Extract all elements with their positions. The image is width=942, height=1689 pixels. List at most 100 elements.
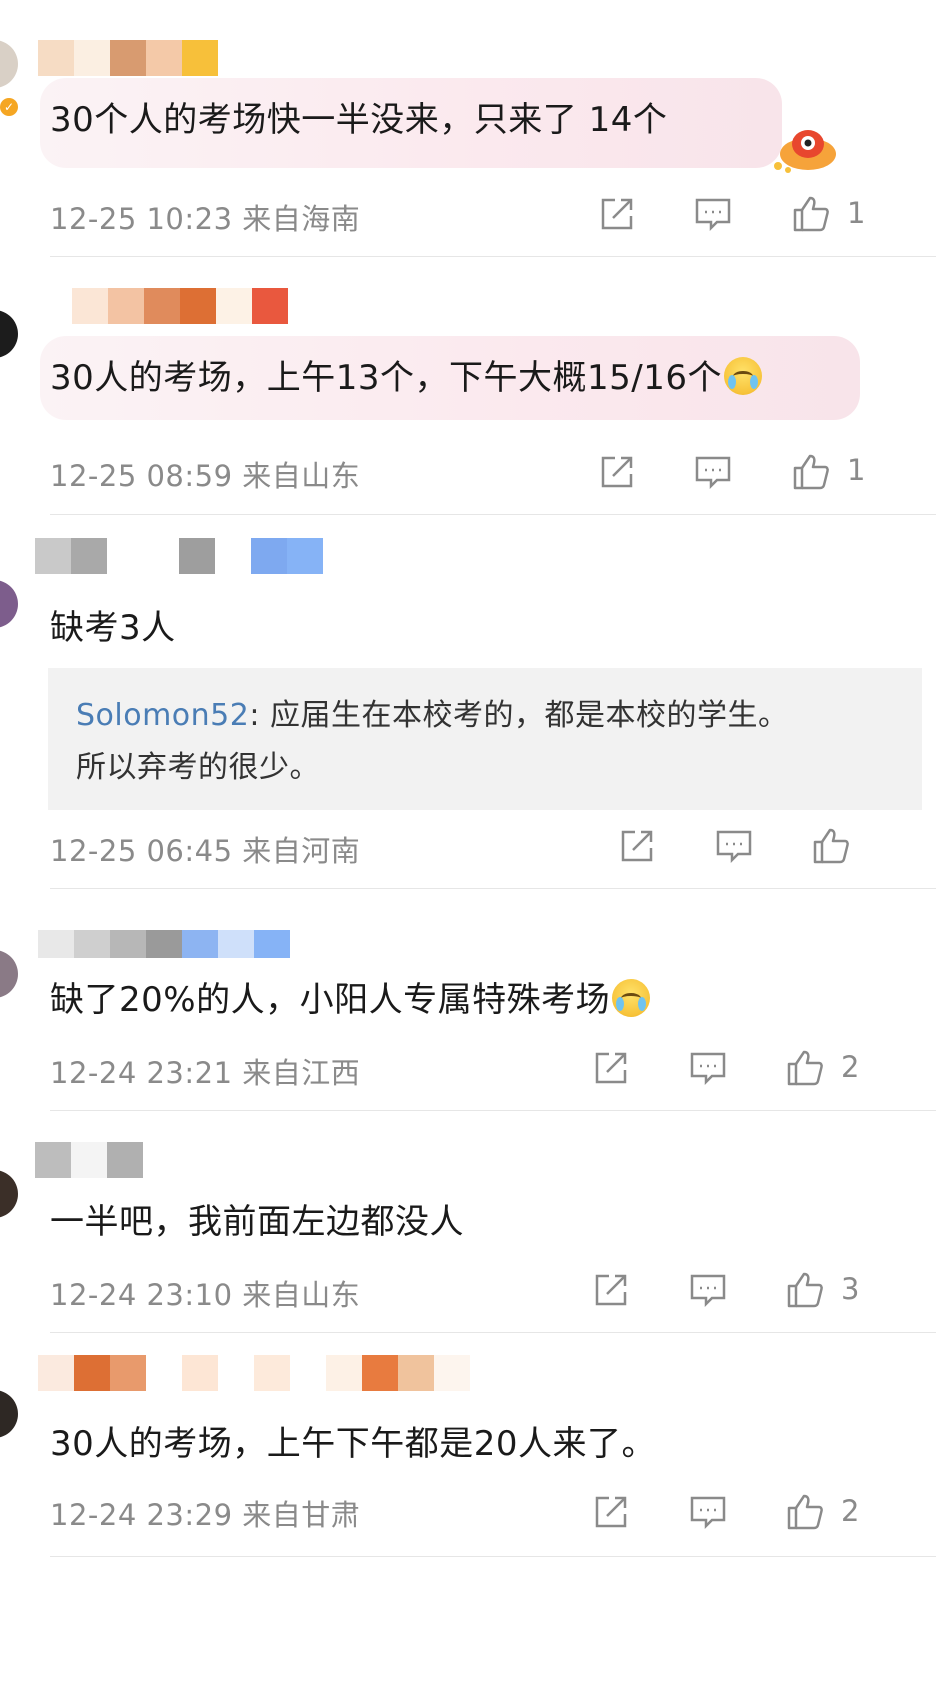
like-button[interactable]: [785, 1048, 825, 1088]
divider: [50, 888, 936, 889]
avatar[interactable]: [0, 950, 18, 998]
name-block: [71, 538, 107, 574]
name-block: [182, 40, 218, 76]
name-block: [35, 538, 71, 574]
name-block: [110, 40, 146, 76]
avatar[interactable]: [0, 40, 18, 88]
name-block: [146, 1355, 182, 1391]
name-block: [71, 1142, 107, 1178]
name-block: [287, 538, 323, 574]
username-blurred[interactable]: [38, 930, 290, 958]
name-block: [180, 288, 216, 324]
share-button[interactable]: [591, 1048, 631, 1088]
name-block: [108, 288, 144, 324]
name-block: [110, 930, 146, 958]
name-block: [218, 1355, 254, 1391]
name-block: [143, 538, 179, 574]
comment-button[interactable]: [693, 194, 733, 234]
comment-text-content: 缺了20%的人，小阳人专属特殊考场: [50, 980, 611, 1020]
share-button[interactable]: [597, 194, 637, 234]
share-icon: [595, 1052, 627, 1084]
like-icon: [787, 1050, 823, 1086]
comment-icon: [690, 1496, 726, 1530]
username-blurred[interactable]: [35, 1142, 143, 1178]
share-button[interactable]: [591, 1270, 631, 1310]
name-block: [144, 288, 180, 324]
comment-meta: 12-24 23:21 来自江西: [50, 1056, 361, 1090]
like-count: 1: [847, 196, 866, 230]
avatar[interactable]: [0, 1170, 18, 1218]
name-block: [215, 538, 251, 574]
comment-meta: 12-24 23:29 来自甘肃: [50, 1498, 361, 1532]
share-icon: [595, 1274, 627, 1306]
share-button[interactable]: [597, 452, 637, 492]
comment-button[interactable]: [714, 826, 754, 866]
name-block: [434, 1355, 470, 1391]
like-button[interactable]: [811, 826, 851, 866]
comment-text: 30个人的考场快一半没来，只来了 14个: [50, 100, 668, 140]
divider: [50, 256, 936, 257]
laugh-cry-emoji-icon: [724, 357, 763, 395]
comment-meta: 12-24 23:10 来自山东: [50, 1278, 361, 1312]
name-block: [216, 288, 252, 324]
comment-button[interactable]: [688, 1492, 728, 1532]
comment-icon: [690, 1274, 726, 1308]
username-blurred[interactable]: [35, 538, 323, 574]
comment-button[interactable]: [688, 1048, 728, 1088]
divider: [50, 1332, 936, 1333]
name-block: [254, 930, 290, 958]
share-icon: [595, 1496, 627, 1528]
avatar[interactable]: [0, 1390, 18, 1438]
name-block: [146, 40, 182, 76]
share-button[interactable]: [591, 1492, 631, 1532]
comment-button[interactable]: [693, 452, 733, 492]
comment-meta: 12-25 10:23 来自海南: [50, 202, 361, 236]
comment-icon: [695, 456, 731, 490]
name-block: [398, 1355, 434, 1391]
quoted-reply-text: Solomon52: 应届生在本校考的，都是本校的学生。 所以弃考的很少。: [76, 690, 789, 794]
avatar[interactable]: [0, 580, 18, 628]
share-icon: [621, 830, 653, 862]
like-button[interactable]: [791, 194, 831, 234]
like-button[interactable]: [785, 1270, 825, 1310]
verified-badge-icon: ✓: [0, 98, 18, 116]
like-button[interactable]: [791, 452, 831, 492]
name-block: [38, 1355, 74, 1391]
comment-text: 缺了20%的人，小阳人专属特殊考场: [50, 978, 651, 1022]
comment-icon: [695, 198, 731, 232]
comment-icon: [716, 830, 752, 864]
share-icon: [601, 198, 633, 230]
share-button[interactable]: [617, 826, 657, 866]
comment-text: 30人的考场，上午下午都是20人来了。: [50, 1424, 657, 1464]
quote-colon: :: [249, 698, 271, 733]
quoted-reply[interactable]: Solomon52: 应届生在本校考的，都是本校的学生。 所以弃考的很少。: [48, 668, 922, 810]
username-blurred[interactable]: [38, 1355, 470, 1391]
like-count: 1: [847, 453, 866, 487]
username-blurred[interactable]: [72, 288, 288, 324]
like-count: 2: [841, 1050, 860, 1084]
comment-button[interactable]: [688, 1270, 728, 1310]
like-icon: [787, 1494, 823, 1530]
share-icon: [601, 456, 633, 488]
laugh-cry-emoji-icon: [612, 979, 651, 1017]
name-block: [362, 1355, 398, 1391]
name-block: [290, 1355, 326, 1391]
comment-text: 缺考3人: [50, 608, 176, 648]
name-block: [107, 538, 143, 574]
comment-meta: 12-25 06:45 来自河南: [50, 834, 361, 868]
like-icon: [793, 454, 829, 490]
avatar[interactable]: [0, 310, 18, 358]
like-count: 3: [841, 1272, 860, 1306]
name-block: [74, 40, 110, 76]
comment-icon: [690, 1052, 726, 1086]
name-block: [254, 1355, 290, 1391]
quote-line: 所以弃考的很少。: [76, 750, 320, 785]
name-block: [218, 930, 254, 958]
divider: [50, 1110, 936, 1111]
like-icon: [813, 828, 849, 864]
quoted-author-link[interactable]: Solomon52: [76, 698, 249, 733]
comment-text: 一半吧，我前面左边都没人: [50, 1202, 464, 1242]
username-blurred[interactable]: [38, 40, 218, 76]
comment-meta: 12-25 08:59 来自山东: [50, 459, 361, 493]
like-button[interactable]: [785, 1492, 825, 1532]
